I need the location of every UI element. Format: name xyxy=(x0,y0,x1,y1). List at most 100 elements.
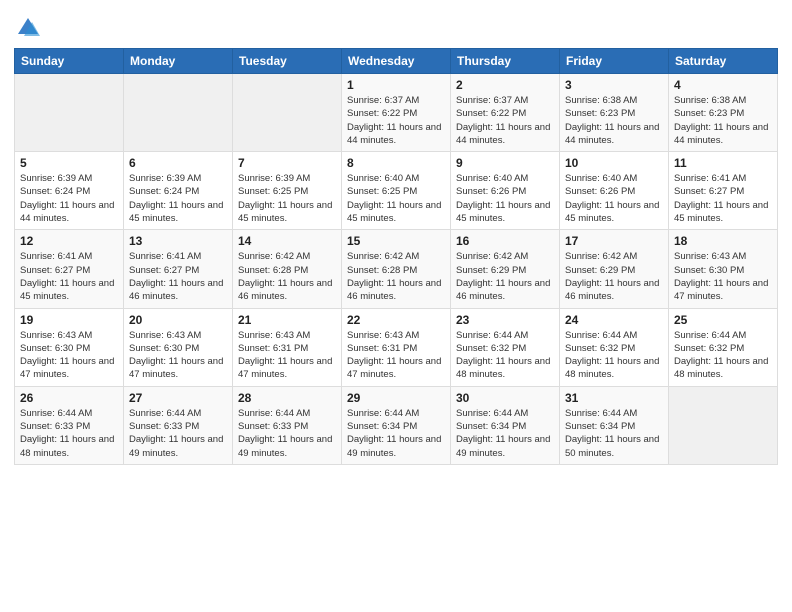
day-number: 31 xyxy=(565,391,663,405)
day-info: Sunrise: 6:43 AM Sunset: 6:30 PM Dayligh… xyxy=(20,329,118,382)
day-info: Sunrise: 6:44 AM Sunset: 6:33 PM Dayligh… xyxy=(129,407,227,460)
day-number: 30 xyxy=(456,391,554,405)
calendar-cell xyxy=(669,386,778,464)
calendar-cell: 25Sunrise: 6:44 AM Sunset: 6:32 PM Dayli… xyxy=(669,308,778,386)
calendar-cell: 29Sunrise: 6:44 AM Sunset: 6:34 PM Dayli… xyxy=(342,386,451,464)
day-info: Sunrise: 6:42 AM Sunset: 6:28 PM Dayligh… xyxy=(238,250,336,303)
day-info: Sunrise: 6:40 AM Sunset: 6:26 PM Dayligh… xyxy=(456,172,554,225)
calendar-cell: 24 Sunrise: 6:44 AM Sunset: 6:32 PM Dayli… xyxy=(560,308,669,386)
day-number: 11 xyxy=(674,156,772,170)
day-number: 22 xyxy=(347,313,445,327)
calendar-cell: 22 Sunrise: 6:43 AM Sunset: 6:31 PM Dayli… xyxy=(342,308,451,386)
day-number: 25 xyxy=(674,313,772,327)
day-info: Sunrise: 6:41 AM Sunset: 6:27 PM Dayligh… xyxy=(20,250,118,303)
day-info: Sunrise: 6:43 AM Sunset: 6:30 PM Dayligh… xyxy=(129,329,227,382)
day-info: Sunrise: 6:37 AM Sunset: 6:22 PM Dayligh… xyxy=(456,94,554,147)
calendar-cell: 2 Sunrise: 6:37 AM Sunset: 6:22 PM Daylig… xyxy=(451,74,560,152)
calendar-cell: 27 Sunrise: 6:44 AM Sunset: 6:33 PM Dayli… xyxy=(124,386,233,464)
day-number: 17 xyxy=(565,234,663,248)
day-number: 14 xyxy=(238,234,336,248)
day-info: Sunrise: 6:39 AM Sunset: 6:24 PM Dayligh… xyxy=(129,172,227,225)
calendar-cell: 23 Sunrise: 6:44 AM Sunset: 6:32 PM Dayli… xyxy=(451,308,560,386)
calendar-day-header: Saturday xyxy=(669,49,778,74)
day-info: Sunrise: 6:44 AM Sunset: 6:33 PM Dayligh… xyxy=(20,407,118,460)
calendar-week-row: 19 Sunrise: 6:43 AM Sunset: 6:30 PM Dayli… xyxy=(15,308,778,386)
calendar-cell: 28Sunrise: 6:44 AM Sunset: 6:33 PM Dayli… xyxy=(233,386,342,464)
calendar-cell: 9 Sunrise: 6:40 AM Sunset: 6:26 PM Daylig… xyxy=(451,152,560,230)
day-info: Sunrise: 6:44 AM Sunset: 6:33 PM Dayligh… xyxy=(238,407,336,460)
calendar: SundayMondayTuesdayWednesdayThursdayFrid… xyxy=(14,48,778,465)
day-number: 8 xyxy=(347,156,445,170)
calendar-cell: 26 Sunrise: 6:44 AM Sunset: 6:33 PM Dayli… xyxy=(15,386,124,464)
calendar-cell: 1 Sunrise: 6:37 AM Sunset: 6:22 PM Daylig… xyxy=(342,74,451,152)
day-info: Sunrise: 6:43 AM Sunset: 6:31 PM Dayligh… xyxy=(238,329,336,382)
calendar-cell xyxy=(233,74,342,152)
logo-icon xyxy=(14,14,42,42)
day-number: 29 xyxy=(347,391,445,405)
calendar-week-row: 26 Sunrise: 6:44 AM Sunset: 6:33 PM Dayli… xyxy=(15,386,778,464)
day-info: Sunrise: 6:43 AM Sunset: 6:31 PM Dayligh… xyxy=(347,329,445,382)
day-info: Sunrise: 6:42 AM Sunset: 6:29 PM Dayligh… xyxy=(456,250,554,303)
day-info: Sunrise: 6:39 AM Sunset: 6:24 PM Dayligh… xyxy=(20,172,118,225)
calendar-day-header: Thursday xyxy=(451,49,560,74)
calendar-day-header: Sunday xyxy=(15,49,124,74)
logo xyxy=(14,14,46,42)
calendar-cell: 21Sunrise: 6:43 AM Sunset: 6:31 PM Dayli… xyxy=(233,308,342,386)
day-info: Sunrise: 6:44 AM Sunset: 6:34 PM Dayligh… xyxy=(565,407,663,460)
calendar-header-row: SundayMondayTuesdayWednesdayThursdayFrid… xyxy=(15,49,778,74)
calendar-cell: 7Sunrise: 6:39 AM Sunset: 6:25 PM Daylig… xyxy=(233,152,342,230)
calendar-cell: 10 Sunrise: 6:40 AM Sunset: 6:26 PM Dayli… xyxy=(560,152,669,230)
day-number: 26 xyxy=(20,391,118,405)
day-number: 16 xyxy=(456,234,554,248)
day-info: Sunrise: 6:37 AM Sunset: 6:22 PM Dayligh… xyxy=(347,94,445,147)
day-info: Sunrise: 6:40 AM Sunset: 6:25 PM Dayligh… xyxy=(347,172,445,225)
day-info: Sunrise: 6:41 AM Sunset: 6:27 PM Dayligh… xyxy=(674,172,772,225)
calendar-cell xyxy=(124,74,233,152)
day-number: 20 xyxy=(129,313,227,327)
calendar-day-header: Tuesday xyxy=(233,49,342,74)
calendar-cell: 19 Sunrise: 6:43 AM Sunset: 6:30 PM Dayli… xyxy=(15,308,124,386)
calendar-cell: 18 Sunrise: 6:43 AM Sunset: 6:30 PM Dayli… xyxy=(669,230,778,308)
day-number: 27 xyxy=(129,391,227,405)
calendar-cell: 4 Sunrise: 6:38 AM Sunset: 6:23 PM Daylig… xyxy=(669,74,778,152)
calendar-cell: 3 Sunrise: 6:38 AM Sunset: 6:23 PM Daylig… xyxy=(560,74,669,152)
calendar-cell xyxy=(15,74,124,152)
day-info: Sunrise: 6:44 AM Sunset: 6:32 PM Dayligh… xyxy=(456,329,554,382)
calendar-cell: 8 Sunrise: 6:40 AM Sunset: 6:25 PM Daylig… xyxy=(342,152,451,230)
page: { "header": { "logo_general": "General",… xyxy=(0,0,792,612)
day-number: 6 xyxy=(129,156,227,170)
day-number: 2 xyxy=(456,78,554,92)
calendar-cell: 30 Sunrise: 6:44 AM Sunset: 6:34 PM Dayli… xyxy=(451,386,560,464)
calendar-day-header: Wednesday xyxy=(342,49,451,74)
day-info: Sunrise: 6:38 AM Sunset: 6:23 PM Dayligh… xyxy=(565,94,663,147)
day-number: 23 xyxy=(456,313,554,327)
calendar-cell: 16 Sunrise: 6:42 AM Sunset: 6:29 PM Dayli… xyxy=(451,230,560,308)
calendar-cell: 15Sunrise: 6:42 AM Sunset: 6:28 PM Dayli… xyxy=(342,230,451,308)
day-number: 3 xyxy=(565,78,663,92)
day-number: 1 xyxy=(347,78,445,92)
day-number: 10 xyxy=(565,156,663,170)
day-number: 24 xyxy=(565,313,663,327)
day-number: 18 xyxy=(674,234,772,248)
day-info: Sunrise: 6:43 AM Sunset: 6:30 PM Dayligh… xyxy=(674,250,772,303)
day-number: 19 xyxy=(20,313,118,327)
day-info: Sunrise: 6:39 AM Sunset: 6:25 PM Dayligh… xyxy=(238,172,336,225)
calendar-day-header: Monday xyxy=(124,49,233,74)
calendar-cell: 11 Sunrise: 6:41 AM Sunset: 6:27 PM Dayli… xyxy=(669,152,778,230)
day-info: Sunrise: 6:38 AM Sunset: 6:23 PM Dayligh… xyxy=(674,94,772,147)
calendar-cell: 17Sunrise: 6:42 AM Sunset: 6:29 PM Dayli… xyxy=(560,230,669,308)
day-info: Sunrise: 6:41 AM Sunset: 6:27 PM Dayligh… xyxy=(129,250,227,303)
calendar-cell: 12Sunrise: 6:41 AM Sunset: 6:27 PM Dayli… xyxy=(15,230,124,308)
day-number: 4 xyxy=(674,78,772,92)
calendar-week-row: 12Sunrise: 6:41 AM Sunset: 6:27 PM Dayli… xyxy=(15,230,778,308)
day-info: Sunrise: 6:40 AM Sunset: 6:26 PM Dayligh… xyxy=(565,172,663,225)
day-number: 9 xyxy=(456,156,554,170)
day-info: Sunrise: 6:42 AM Sunset: 6:28 PM Dayligh… xyxy=(347,250,445,303)
day-info: Sunrise: 6:44 AM Sunset: 6:34 PM Dayligh… xyxy=(456,407,554,460)
day-info: Sunrise: 6:44 AM Sunset: 6:32 PM Dayligh… xyxy=(565,329,663,382)
calendar-day-header: Friday xyxy=(560,49,669,74)
day-number: 5 xyxy=(20,156,118,170)
calendar-cell: 20 Sunrise: 6:43 AM Sunset: 6:30 PM Dayli… xyxy=(124,308,233,386)
calendar-cell: 6 Sunrise: 6:39 AM Sunset: 6:24 PM Daylig… xyxy=(124,152,233,230)
calendar-week-row: 1 Sunrise: 6:37 AM Sunset: 6:22 PM Daylig… xyxy=(15,74,778,152)
